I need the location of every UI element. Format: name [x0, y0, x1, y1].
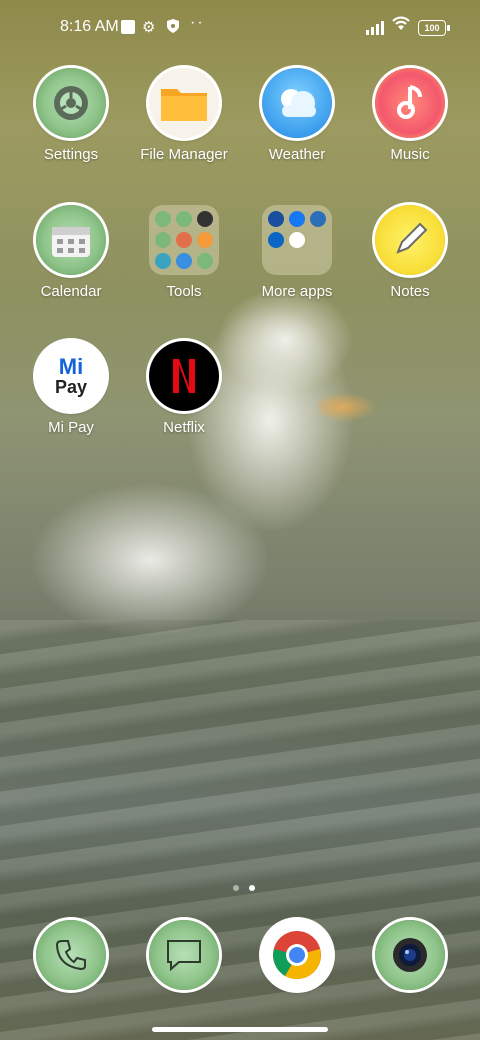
home-gesture-bar[interactable] [152, 1027, 328, 1032]
mini-app-icon [310, 211, 326, 227]
folder-icon [149, 205, 219, 275]
app-label: More apps [261, 283, 333, 300]
shield-icon [166, 18, 180, 38]
dock-chrome[interactable] [241, 920, 353, 990]
folder-icon [149, 68, 219, 138]
app-calendar[interactable]: Calendar [15, 205, 127, 300]
status-bar: 8:16 AM ⚙ ·· 100 [0, 0, 480, 56]
gear-icon: ⚙ [142, 19, 156, 36]
app-label: Tools [166, 283, 202, 300]
mini-app-icon [289, 232, 305, 248]
mini-app-icon [176, 232, 192, 248]
mini-app-icon [197, 232, 213, 248]
app-label: Music [390, 146, 430, 163]
wifi-icon [390, 14, 412, 36]
music-icon [375, 68, 445, 138]
dock-messages[interactable] [128, 920, 240, 990]
app-label: Calendar [40, 283, 102, 300]
page-dot-active[interactable] [249, 885, 255, 891]
app-notes[interactable]: Notes [354, 205, 466, 300]
mini-empty-slot [310, 253, 326, 269]
signal-icon [366, 21, 386, 35]
notification-square-icon [121, 20, 135, 34]
app-netflix[interactable]: Netflix [128, 341, 240, 436]
netflix-icon [149, 341, 219, 411]
app-mi-pay[interactable]: Mi Pay Mi Pay [15, 341, 127, 436]
app-label: Netflix [163, 419, 205, 436]
app-label: Settings [43, 146, 99, 163]
mipay-icon: Mi Pay [36, 341, 106, 411]
app-label: File Manager [140, 146, 228, 163]
mini-empty-slot [268, 253, 284, 269]
messages-icon [149, 920, 219, 990]
app-file-manager[interactable]: File Manager [128, 68, 240, 163]
app-label: Notes [390, 283, 430, 300]
dock-camera[interactable] [354, 920, 466, 990]
mini-app-icon [268, 211, 284, 227]
folder-more-apps[interactable]: More apps [241, 205, 353, 300]
chrome-icon [262, 920, 332, 990]
mini-empty-slot [289, 253, 305, 269]
page-indicator [228, 878, 260, 896]
mini-app-icon [197, 253, 213, 269]
mini-facebook-icon [289, 211, 305, 227]
mini-linkedin-icon [268, 232, 284, 248]
mini-clock-icon [197, 211, 213, 227]
folder-icon [262, 205, 332, 275]
calendar-icon [36, 205, 106, 275]
mini-empty-slot [310, 232, 326, 248]
mini-app-icon [155, 211, 171, 227]
mipay-logo-top: Mi [58, 354, 84, 379]
mini-app-icon [176, 211, 192, 227]
settings-icon [36, 68, 106, 138]
wallpaper-duck-beak [318, 392, 378, 422]
app-label: Mi Pay [48, 419, 94, 436]
folder-tools[interactable]: Tools [128, 205, 240, 300]
dock-phone[interactable] [15, 920, 127, 990]
mini-app-icon [155, 232, 171, 248]
mini-app-icon [155, 253, 171, 269]
app-music[interactable]: Music [354, 68, 466, 163]
weather-icon [262, 68, 332, 138]
battery-icon: 100 [418, 20, 450, 36]
notes-icon [375, 205, 445, 275]
app-label: Weather [268, 146, 326, 163]
more-dots-icon: ·· [190, 14, 205, 31]
mipay-logo-bottom: Pay [54, 377, 88, 397]
phone-icon [36, 920, 106, 990]
page-dot[interactable] [233, 885, 239, 891]
camera-icon [375, 920, 445, 990]
clock: 8:16 AM [60, 18, 119, 35]
mini-app-icon [176, 253, 192, 269]
app-settings[interactable]: Settings [15, 68, 127, 163]
app-weather[interactable]: Weather [241, 68, 353, 163]
